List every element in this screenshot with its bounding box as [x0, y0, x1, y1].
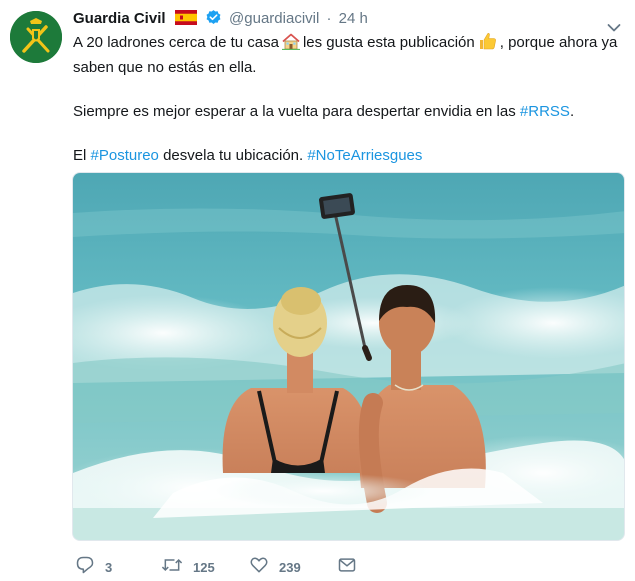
retweet-icon [161, 555, 183, 580]
heart-icon [249, 555, 269, 580]
direct-message-button[interactable] [337, 556, 357, 578]
tweet-paragraph: A 20 ladrones cerca de tu casa les gusta… [73, 32, 625, 79]
display-name[interactable]: Guardia Civil [73, 10, 166, 27]
tweet: Guardia Civil @guardiacivil · 24 h A 20 … [0, 0, 635, 581]
text-segment: les gusta esta publicación [302, 34, 475, 51]
verified-badge-icon [205, 9, 222, 33]
like-count: 239 [279, 559, 301, 575]
envelope-icon [337, 555, 357, 580]
text-segment: Siempre es mejor esperar a la vuelta par… [73, 103, 516, 120]
hashtag-link[interactable]: #NoTeArriesgues [307, 147, 422, 164]
hashtag-link[interactable]: #Postureo [91, 147, 159, 164]
avatar[interactable] [10, 11, 62, 63]
tweet-text: A 20 ladrones cerca de tu casa les gusta… [73, 32, 625, 167]
reply-count: 3 [105, 559, 113, 575]
tweet-paragraph: Siempre es mejor esperar a la vuelta par… [73, 101, 625, 123]
chevron-down-icon[interactable] [607, 18, 621, 32]
hashtag-link[interactable]: #RRSS [520, 103, 570, 120]
retweet-button[interactable]: 125 [161, 556, 215, 578]
like-button[interactable]: 239 [249, 556, 301, 578]
house-emoji-icon [281, 33, 300, 57]
user-handle[interactable]: @guardiacivil [229, 10, 319, 27]
guardia-civil-emblem-icon [10, 11, 62, 63]
text-segment: . [569, 103, 575, 120]
beach-selfie-photo [73, 173, 624, 540]
tweet-header: Guardia Civil @guardiacivil · 24 h [73, 8, 623, 33]
spain-flag-icon [174, 10, 197, 32]
tweet-photo[interactable] [72, 172, 625, 541]
text-segment: A 20 ladrones cerca de tu casa [73, 34, 279, 51]
tweet-timestamp[interactable]: 24 h [339, 10, 368, 27]
separator-dot: · [326, 10, 332, 27]
thumbs-up-emoji-icon [478, 32, 497, 57]
tweet-actions: 3 125 239 [75, 556, 615, 578]
reply-button[interactable]: 3 [75, 556, 112, 578]
retweet-count: 125 [193, 559, 215, 575]
tweet-paragraph: El #Postureo desvela tu ubicación. #NoTe… [73, 145, 625, 167]
text-segment: El [73, 147, 87, 164]
reply-icon [75, 555, 95, 580]
text-segment: desvela tu ubicación. [163, 147, 304, 164]
